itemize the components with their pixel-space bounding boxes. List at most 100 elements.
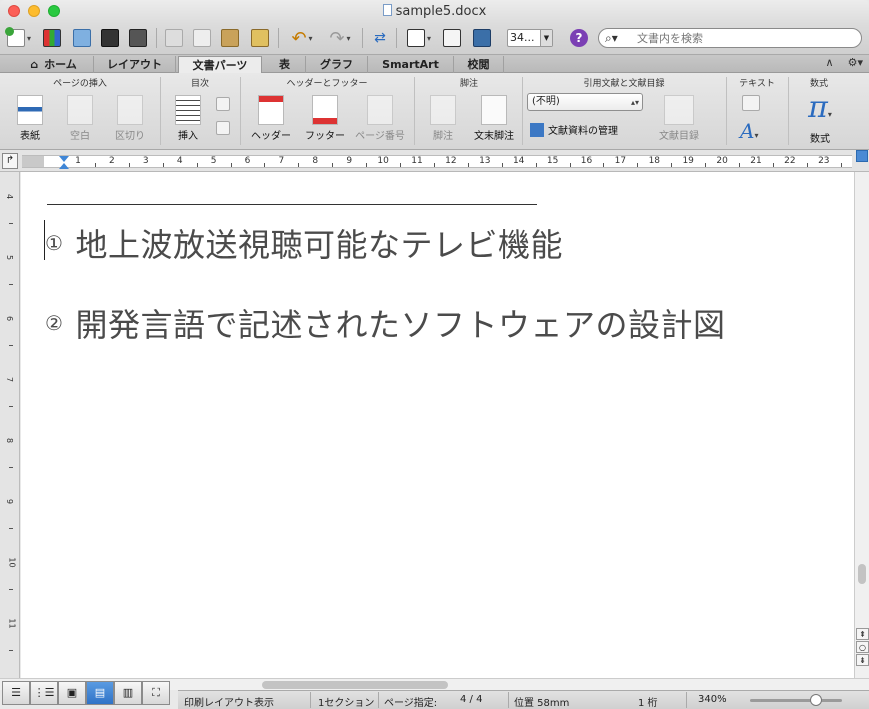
page-number-icon [367,95,393,125]
ruler-number: 11 [7,618,17,629]
tab-home[interactable]: ⌂ ホーム [14,56,94,73]
previous-page-icon[interactable]: ⇞ [856,628,869,640]
document-icon [382,4,392,16]
page-number-button[interactable]: ページ番号 [350,95,410,142]
horizontal-ruler[interactable]: 1 2 3 4 5 6 7 8 9 10 11 12 13 14 15 16 17 18 19 20 21 22 23 [22,155,852,170]
search-box[interactable]: ⌕▾ [598,28,862,48]
undo-icon[interactable]: ↶ ▾ [284,26,320,50]
cut-icon[interactable] [162,26,186,50]
ruler-tick [9,344,13,346]
zoom-select[interactable]: 34... ▼ [507,29,553,47]
tab-smartart[interactable]: SmartArt [368,56,454,73]
ruler-number: 18 [648,156,661,166]
ruler-number: 7 [5,376,15,383]
break-button[interactable]: 区切り [106,95,154,142]
citation-style-select[interactable]: (不明) ▴▾ [527,93,643,111]
status-column: 1 桁 [638,698,658,709]
vertical-ruler[interactable]: 4 5 6 7 8 9 10 11 [0,172,20,678]
wordart-icon[interactable]: A▾ [740,119,758,143]
paragraph-2[interactable]: ② 開発言語で記述されたソフトウェアの設計図 [45,300,725,346]
ruler-tick [9,527,13,529]
document-page[interactable]: ① 地上波放送視聴可能なテレビ機能 ② 開発言語で記述されたソフトウェアの設計図 [21,172,854,678]
publishing-view-icon[interactable]: ▣ [58,681,86,705]
ruler-tick [9,649,13,651]
endnote-icon [481,95,507,125]
tab-selector[interactable]: ↱ [2,153,18,169]
blank-page-button[interactable]: 空白 [60,95,100,142]
pi-icon: π▾ [808,90,832,125]
focus-view-icon[interactable]: ⛶ [142,681,170,705]
footer-button[interactable]: フッター [300,95,350,142]
ruler-number: 10 [7,557,17,568]
browse-object-icon[interactable]: ○ [856,641,869,653]
toolbox-icon[interactable] [440,26,464,50]
group-toc: 目次 挿入 [162,73,238,149]
status-section: 1セクション [318,698,375,709]
next-page-icon[interactable]: ⇟ [856,654,869,666]
tab-layout[interactable]: レイアウト [94,56,176,73]
ruler-toggle-icon[interactable] [856,150,868,162]
view-buttons: ☰ ⋮☰ ▣ ▤ ▥ ⛶ [2,681,174,707]
print-icon[interactable] [126,26,150,50]
home-icon: ⌂ [30,58,39,71]
ruler-number: 13 [479,156,491,166]
gallery-icon[interactable] [40,26,64,50]
format-painter-icon[interactable] [248,26,272,50]
toc-options-icon[interactable] [216,121,230,135]
ruler-tick [298,163,300,167]
insert-toc-button[interactable]: 挿入 [168,95,208,142]
header-button[interactable]: ヘッダー [246,95,296,142]
endnote-button[interactable]: 文末脚注 [470,95,518,142]
ruler-tick [366,163,368,167]
paste-icon[interactable] [218,26,242,50]
update-toc-icon[interactable] [216,97,230,111]
gear-icon[interactable]: ⚙▾ [848,56,863,69]
draft-view-icon[interactable]: ☰ [2,681,30,705]
ruler-tick [637,163,639,167]
equation-button[interactable]: π▾ 数式 [796,90,844,146]
bibliography-icon [664,95,694,125]
zoom-slider[interactable] [750,699,842,702]
zoom-slider-knob[interactable] [810,694,822,706]
bibliography-button[interactable]: 文献目録 [654,95,704,142]
horizontal-scroll-thumb[interactable] [262,681,448,689]
help-icon[interactable]: ? [570,29,588,47]
notebook-view-icon[interactable]: ▥ [114,681,142,705]
ruler-number: 7 [278,156,285,166]
tab-review[interactable]: 校閲 [454,56,504,73]
ruler-number: 11 [411,156,423,166]
text-box-icon[interactable] [742,95,760,111]
paragraph-1[interactable]: ① 地上波放送視聴可能なテレビ機能 [45,220,563,266]
copy-icon[interactable] [190,26,214,50]
indent-marker[interactable] [59,156,69,170]
save-icon[interactable] [98,26,122,50]
ruler-tick [569,163,571,167]
print-layout-view-icon[interactable]: ▤ [86,681,114,705]
tab-table[interactable]: 表 [264,56,306,73]
footnote-button[interactable]: 脚注 [422,95,464,142]
title-bar: sample5.docx [0,0,869,24]
outline-view-icon[interactable]: ⋮☰ [30,681,58,705]
new-document-button[interactable]: ▾ [4,26,34,50]
page-navigation: ⇞ ○ ⇟ [856,628,869,676]
footnote-icon [430,95,456,125]
manage-sources-button[interactable]: 文献資料の管理 [530,122,618,137]
vertical-scrollbar[interactable]: ⇞ ○ ⇟ [854,172,869,678]
open-folder-icon[interactable] [70,26,94,50]
ruler-number: 12 [445,156,457,166]
ruler-number: 4 [176,156,183,166]
redo-icon[interactable]: ↷ ▾ [322,26,358,50]
tab-chart[interactable]: グラフ [306,56,368,73]
collapse-ribbon-icon[interactable]: ∧ [826,56,834,69]
cover-page-button[interactable]: 表紙 [8,95,52,142]
tab-document-parts[interactable]: 文書パーツ [178,56,262,74]
media-browser-icon[interactable] [470,26,494,50]
vertical-scroll-thumb[interactable] [858,564,866,584]
show-marks-icon[interactable]: ⇄ [368,26,392,50]
sidebar-icon[interactable]: ▾ [402,26,436,50]
ruler-tick [196,163,198,167]
status-view: 印刷レイアウト表示 [184,698,274,709]
search-input[interactable] [637,31,852,45]
ruler-tick [739,163,741,167]
ruler-tick [9,588,13,590]
